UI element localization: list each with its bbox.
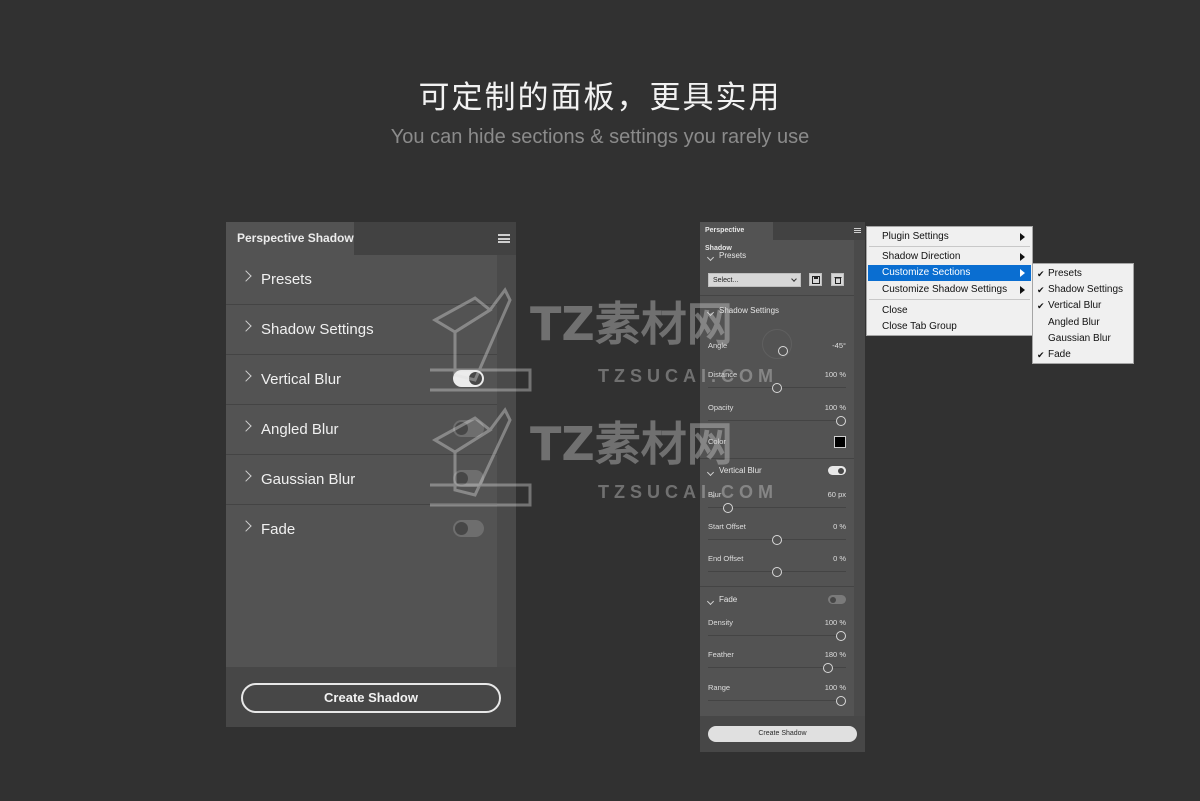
menu-item-close[interactable]: Close [868, 303, 1031, 319]
section-label: Angled Blur [261, 421, 339, 438]
submenu-item-vertical-blur[interactable]: ✔ Vertical Blur [1034, 298, 1132, 314]
save-preset-button[interactable] [809, 273, 822, 286]
panel-tab-perspective-shadow[interactable]: Perspective Shadow [226, 222, 354, 255]
opacity-value[interactable]: 100 % [825, 403, 846, 412]
section-title: Presets [719, 251, 747, 260]
watermark-logo: TZ素材网 TZSUCAI.COM TZ素材网 TZSUCAI.COM [430, 287, 778, 507]
feather-value[interactable]: 180 % [825, 650, 846, 659]
section-label: Presets [261, 271, 312, 288]
opacity-slider-handle[interactable] [836, 416, 846, 426]
divider [700, 586, 854, 587]
submenu-arrow-icon [1020, 253, 1025, 261]
section-label: Gaussian Blur [261, 471, 356, 488]
section-label: Vertical Blur [261, 371, 342, 388]
submenu-item-presets[interactable]: ✔ Presets [1034, 266, 1132, 282]
chevron-right-icon [240, 470, 252, 482]
chevron-right-icon [240, 520, 252, 532]
section-title: Fade [719, 595, 738, 604]
density-slider-track[interactable] [708, 635, 846, 636]
panel-scrollbar[interactable] [854, 240, 865, 716]
watermark-brand-en: TZSUCAI.COM [598, 366, 778, 386]
page-headline: 可定制的面板，更具实用 [418, 80, 782, 116]
submenu-item-gaussian-blur[interactable]: Gaussian Blur [1034, 331, 1132, 347]
start-offset-slider-handle[interactable] [772, 535, 782, 545]
feather-slider-handle[interactable] [823, 663, 833, 673]
section-row-fade[interactable]: Fade [226, 505, 497, 554]
create-shadow-button[interactable]: Create Shadow [241, 683, 501, 713]
density-slider-handle[interactable] [836, 631, 846, 641]
panel-menu-icon[interactable] [498, 234, 510, 243]
end-offset-label: End Offset [708, 554, 744, 563]
checkmark-icon: ✔ [1037, 285, 1045, 295]
chevron-right-icon [240, 270, 252, 282]
trash-icon [834, 277, 841, 284]
customize-sections-submenu: ✔ Presets ✔ Shadow Settings ✔ Vertical Blur… [1032, 263, 1134, 364]
submenu-item-fade[interactable]: ✔ Fade [1034, 347, 1132, 363]
panel-tab-perspective-shadow[interactable]: Perspective Shadow [700, 222, 773, 252]
delete-preset-button[interactable] [831, 273, 844, 286]
section-label: Fade [261, 521, 296, 538]
watermark-brand-cn: TZ素材网 [530, 297, 733, 351]
section-label: Shadow Settings [261, 321, 374, 338]
distance-value[interactable]: 100 % [825, 370, 846, 379]
checkmark-icon: ✔ [1037, 301, 1045, 311]
watermark-brand-cn-2: TZ素材网 [530, 417, 733, 471]
submenu-item-angled-blur[interactable]: Angled Blur [1034, 315, 1132, 331]
density-label: Density [708, 618, 734, 627]
angle-value[interactable]: -45° [832, 341, 846, 350]
menu-divider [869, 246, 1030, 247]
checkmark-icon: ✔ [1037, 269, 1045, 279]
blur-value[interactable]: 60 px [828, 490, 846, 499]
start-offset-label: Start Offset [708, 522, 746, 531]
end-offset-slider-handle[interactable] [772, 567, 782, 577]
vertical-blur-toggle[interactable] [828, 466, 846, 475]
shadow-color-swatch[interactable] [834, 436, 846, 448]
section-header-presets[interactable]: Presets [700, 251, 854, 263]
chevron-right-icon [240, 370, 252, 382]
menu-item-plugin-settings[interactable]: Plugin Settings [868, 229, 1031, 245]
submenu-item-shadow-settings[interactable]: ✔ Shadow Settings [1034, 282, 1132, 298]
submenu-arrow-icon [1020, 286, 1025, 294]
menu-item-shadow-direction[interactable]: Shadow Direction [868, 249, 1031, 265]
fade-toggle[interactable] [453, 520, 484, 537]
checkmark-icon: ✔ [1037, 350, 1045, 360]
end-offset-value[interactable]: 0 % [833, 554, 846, 563]
submenu-arrow-icon [1020, 233, 1025, 241]
range-slider-handle[interactable] [836, 696, 846, 706]
chevron-down-icon [706, 253, 715, 262]
menu-divider [869, 299, 1030, 300]
menu-item-customize-shadow-settings[interactable]: Customize Shadow Settings [868, 282, 1031, 298]
panel-context-menu: Plugin Settings Shadow Direction Customi… [866, 226, 1033, 336]
menu-item-customize-sections[interactable]: Customize Sections [868, 265, 1031, 281]
chevron-right-icon [240, 420, 252, 432]
save-icon [811, 276, 820, 284]
chevron-down-icon [706, 597, 715, 606]
fade-toggle[interactable] [828, 595, 846, 604]
menu-item-close-tab-group[interactable]: Close Tab Group [868, 319, 1031, 335]
start-offset-value[interactable]: 0 % [833, 522, 846, 531]
submenu-arrow-icon [1020, 269, 1025, 277]
create-shadow-button[interactable]: Create Shadow [708, 726, 857, 742]
chevron-right-icon [240, 320, 252, 332]
feather-label: Feather [708, 650, 734, 659]
range-label: Range [708, 683, 731, 692]
density-value[interactable]: 100 % [825, 618, 846, 627]
page-subtitle: You can hide sections & settings you rar… [390, 126, 810, 148]
panel-menu-icon[interactable] [854, 228, 861, 234]
range-value[interactable]: 100 % [825, 683, 846, 692]
watermark-brand-en-2: TZSUCAI.COM [598, 482, 778, 502]
range-slider-track[interactable] [708, 700, 846, 701]
